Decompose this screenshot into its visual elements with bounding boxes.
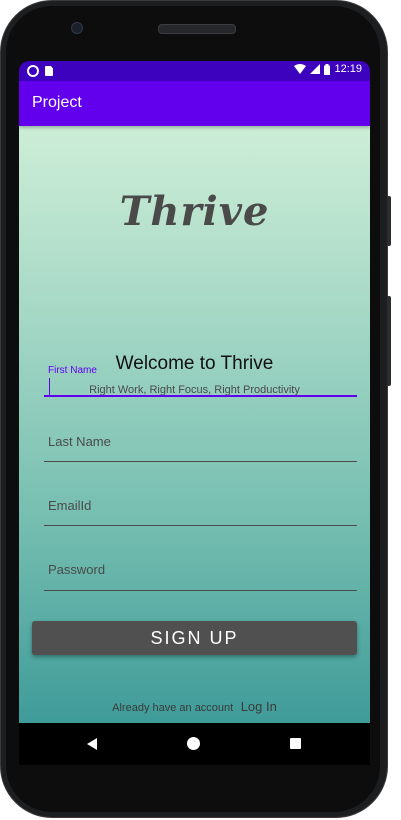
navigation-bar (19, 723, 370, 765)
record-icon (27, 65, 39, 77)
email-field[interactable]: EmailId (44, 498, 357, 526)
last-name-field[interactable]: Last Name (44, 434, 357, 462)
password-underline (44, 590, 357, 591)
device-screen: 12:19 Project Thrive Welcome to Thrive R… (19, 61, 370, 723)
phone-frame: 12:19 Project Thrive Welcome to Thrive R… (0, 0, 401, 820)
app-bar: Project (19, 81, 370, 126)
password-placeholder: Password (48, 562, 106, 577)
back-icon[interactable] (87, 738, 97, 750)
signup-content: Thrive Welcome to Thrive Right Work, Rig… (19, 126, 370, 723)
sd-card-icon (45, 66, 53, 76)
earpiece-speaker (158, 24, 236, 34)
status-time: 12:19 (334, 63, 362, 75)
first-name-underline (44, 395, 357, 397)
status-left-icons (27, 65, 53, 77)
email-underline (44, 525, 357, 526)
battery-icon (324, 63, 331, 75)
log-in-link[interactable]: Log In (241, 699, 277, 714)
password-field[interactable]: Password (44, 562, 357, 591)
front-camera (71, 22, 83, 34)
status-bar: 12:19 (19, 61, 370, 81)
home-icon[interactable] (187, 737, 200, 750)
last-name-underline (44, 461, 357, 462)
sign-up-button[interactable]: SIGN UP (32, 621, 357, 655)
last-name-placeholder: Last Name (48, 434, 111, 449)
status-right-icons: 12:19 (294, 63, 362, 75)
first-name-field[interactable]: First Name (44, 365, 357, 397)
login-prompt-row: Already have an account Log In (19, 698, 370, 716)
thrive-logo: Thrive (19, 188, 370, 235)
wifi-icon (294, 64, 307, 74)
recent-apps-icon[interactable] (290, 738, 301, 749)
signal-icon (310, 64, 321, 74)
first-name-label: First Name (48, 365, 97, 376)
volume-button (387, 296, 391, 386)
email-placeholder: EmailId (48, 498, 92, 513)
power-button (387, 196, 391, 246)
login-prompt-text: Already have an account (112, 702, 234, 714)
text-cursor (49, 378, 50, 395)
logo-text: Thrive (119, 188, 270, 235)
app-title: Project (32, 94, 82, 111)
